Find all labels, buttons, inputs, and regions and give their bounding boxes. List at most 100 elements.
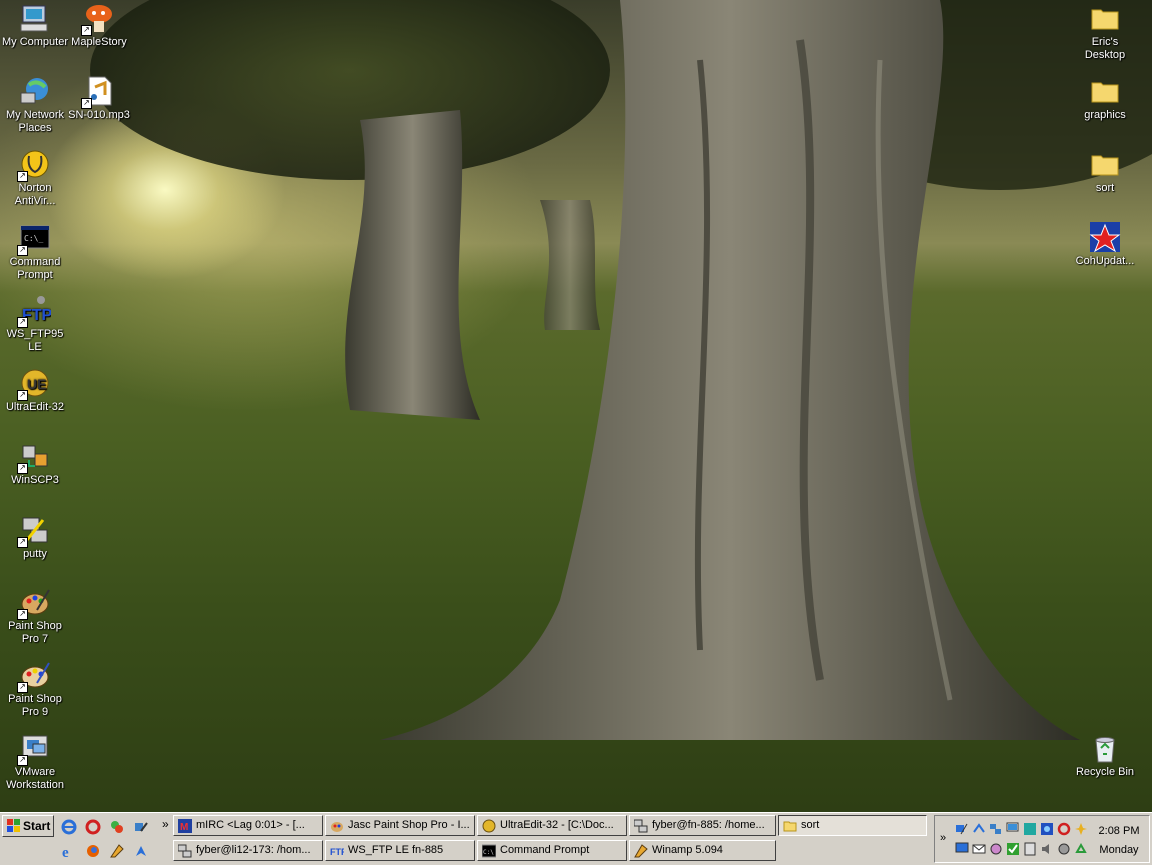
ws-ftp-icon: FTP ↗ — [17, 294, 53, 328]
arrow-app-icon[interactable] — [133, 843, 149, 859]
quick-launch-chevron[interactable]: » — [162, 817, 169, 831]
recycle-tray-icon[interactable] — [1074, 842, 1088, 856]
task-command-prompt[interactable]: C:\ Command Prompt — [477, 840, 627, 861]
sparkle-icon[interactable] — [1074, 822, 1088, 836]
winscp-shortcut[interactable]: ↗ WinSCP3 — [0, 440, 70, 487]
paint-shop-pro-7-shortcut[interactable]: ↗ Paint Shop Pro 7 — [0, 586, 70, 646]
ie-icon-2[interactable]: e — [61, 843, 77, 859]
recycle-bin-icon — [1089, 732, 1121, 764]
shortcut-arrow-icon: ↗ — [17, 537, 28, 548]
task-paint-shop[interactable]: Jasc Paint Shop Pro - I... — [325, 815, 475, 836]
putty-icon — [634, 819, 648, 833]
mail-icon[interactable] — [972, 842, 986, 856]
shortcut-arrow-icon: ↗ — [17, 463, 28, 474]
messenger-icon[interactable] — [109, 819, 125, 835]
mp3-file-icon: ↗ — [81, 75, 115, 109]
task-ultraedit[interactable]: UltraEdit-32 - [C:\Doc... — [477, 815, 627, 836]
graphics-folder[interactable]: graphics — [1070, 75, 1140, 122]
taskbar: Start e » M mIRC <Lag 0:01> - [... Jasc … — [0, 812, 1152, 865]
vmware-icon: ↗ — [17, 732, 51, 766]
ultraedit-shortcut[interactable]: UE ↗ UltraEdit-32 — [0, 367, 70, 414]
firefox-icon[interactable] — [85, 843, 101, 859]
network-places-icon — [19, 75, 51, 107]
task-winamp[interactable]: Winamp 5.094 — [629, 840, 776, 861]
svg-text:e: e — [62, 845, 69, 859]
shortcut-arrow-icon: ↗ — [17, 609, 28, 620]
my-computer-shortcut[interactable]: My Computer — [0, 2, 70, 49]
recycle-bin[interactable]: Recycle Bin — [1070, 732, 1140, 779]
maplestory-shortcut[interactable]: ↗ MapleStory — [64, 2, 134, 49]
opera-icon[interactable] — [85, 819, 101, 835]
task-putty-li12[interactable]: fyber@li12-173: /hom... — [173, 840, 323, 861]
network-icon[interactable] — [955, 822, 969, 836]
vmware-shortcut[interactable]: ↗ VMware Workstation — [0, 732, 70, 792]
ie-icon[interactable] — [61, 819, 77, 835]
check-icon[interactable] — [1006, 842, 1020, 856]
clock[interactable]: 2:08 PM Monday — [1091, 822, 1147, 860]
wallpaper-trees — [90, 0, 1152, 740]
screen-icon[interactable] — [955, 842, 969, 856]
blue-app-icon[interactable] — [1040, 822, 1054, 836]
shortcut-arrow-icon: ↗ — [17, 682, 28, 693]
command-prompt-icon: C:\_ ↗ — [17, 222, 51, 256]
erics-desktop-folder[interactable]: Eric's Desktop — [1070, 2, 1140, 62]
ultraedit-icon — [482, 819, 496, 833]
paint-shop-pro-7-icon: ↗ — [17, 586, 51, 620]
maplestory-icon: ↗ — [81, 2, 115, 36]
speaker-icon[interactable] — [1040, 842, 1054, 856]
winamp-icon — [634, 844, 648, 858]
teal-app-icon[interactable] — [1023, 822, 1037, 836]
shortcut-arrow-icon: ↗ — [17, 317, 28, 328]
network-places-shortcut[interactable]: My Network Places — [0, 75, 70, 135]
coh-updater-icon — [1089, 221, 1121, 253]
shortcut-arrow-icon: ↗ — [17, 245, 28, 256]
svg-text:C:\_: C:\_ — [24, 234, 43, 243]
transfer-icon[interactable] — [972, 822, 986, 836]
volume-icon[interactable] — [1057, 842, 1071, 856]
clock-day: Monday — [1099, 844, 1139, 856]
system-tray: » 2:08 PM Monday — [934, 815, 1150, 863]
shortcut-arrow-icon: ↗ — [81, 25, 92, 36]
paint-shop-pro-9-icon: ↗ — [17, 659, 51, 693]
network-tool-icon[interactable] — [133, 819, 149, 835]
folder-icon — [1089, 2, 1121, 34]
messenger-tray-icon[interactable] — [989, 842, 1003, 856]
task-putty-fn885[interactable]: fyber@fn-885: /home... — [629, 815, 776, 836]
winscp-icon: ↗ — [17, 440, 51, 474]
paint-shop-pro-9-shortcut[interactable]: ↗ Paint Shop Pro 9 — [0, 659, 70, 719]
sort-folder[interactable]: sort — [1070, 148, 1140, 195]
svg-text:FTP: FTP — [330, 847, 344, 857]
putty-shortcut[interactable]: ↗ putty — [0, 514, 70, 561]
norton-antivirus-icon: ↗ — [17, 148, 51, 182]
shortcut-arrow-icon: ↗ — [17, 755, 28, 766]
ultraedit-icon: UE ↗ — [17, 367, 51, 401]
folder-icon — [1089, 148, 1121, 180]
ws-ftp-shortcut[interactable]: FTP ↗ WS_FTP95 LE — [0, 294, 70, 354]
task-sort-folder[interactable]: sort — [778, 815, 927, 836]
mp3-file-shortcut[interactable]: ↗ SN-010.mp3 — [64, 75, 134, 122]
putty-icon — [178, 844, 192, 858]
winamp-icon[interactable] — [109, 843, 125, 859]
network-2-icon[interactable] — [989, 822, 1003, 836]
command-prompt-shortcut[interactable]: C:\_ ↗ Command Prompt — [0, 222, 70, 282]
opera-tray-icon[interactable] — [1057, 822, 1071, 836]
svg-text:UE: UE — [27, 376, 46, 392]
svg-text:C:\: C:\ — [483, 849, 494, 856]
monitor-icon[interactable] — [1006, 822, 1020, 836]
clock-time: 2:08 PM — [1098, 825, 1140, 837]
ws-ftp-icon: FTP — [330, 847, 344, 857]
folder-icon — [783, 821, 797, 832]
shortcut-arrow-icon: ↗ — [17, 390, 28, 401]
my-computer-icon — [19, 2, 51, 34]
task-mirc[interactable]: M mIRC <Lag 0:01> - [... — [173, 815, 323, 836]
windows-logo-icon — [7, 819, 20, 832]
svg-text:M: M — [180, 822, 188, 833]
start-button[interactable]: Start — [2, 815, 54, 837]
mirc-icon: M — [178, 819, 192, 833]
command-prompt-icon: C:\ — [482, 844, 496, 858]
norton-antivirus-shortcut[interactable]: ↗ Norton AntiVir... — [0, 148, 70, 208]
device-icon[interactable] — [1023, 842, 1037, 856]
tray-chevron[interactable]: » — [940, 832, 946, 844]
task-ws-ftp[interactable]: FTP WS_FTP LE fn-885 — [325, 840, 475, 861]
coh-updater-shortcut[interactable]: CohUpdat... — [1070, 221, 1140, 268]
